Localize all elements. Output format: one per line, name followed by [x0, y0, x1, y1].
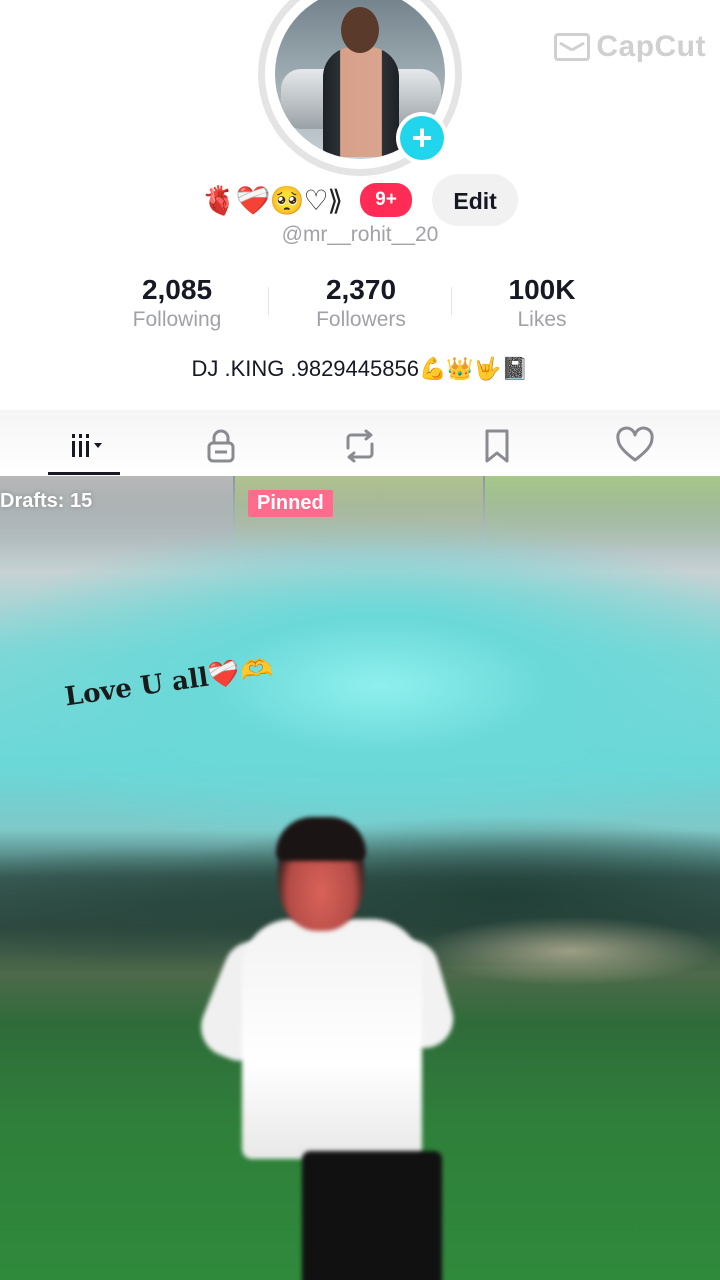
- profile-bio: DJ .KING .9829445856💪👑🤟📓: [191, 356, 529, 381]
- avatar-person-head: [341, 7, 379, 53]
- tab-private[interactable]: [186, 418, 256, 474]
- capcut-logo-icon: [554, 33, 591, 61]
- plus-icon: +: [400, 116, 444, 160]
- following-label: Following: [132, 308, 222, 331]
- drafts-label: Drafts: 15: [0, 490, 93, 512]
- followers-label: Followers: [316, 308, 406, 331]
- profile-stats: 2,085 Following 2,370 Followers 100K Lik…: [0, 273, 720, 337]
- stat-following[interactable]: 2,085 Following: [77, 273, 277, 333]
- stat-likes[interactable]: 100K Likes: [442, 273, 642, 333]
- video-feed[interactable]: Drafts: 15 Pinned Love U all❤️‍🩹🫶: [0, 476, 720, 1280]
- tab-reposts[interactable]: [325, 418, 395, 474]
- person-shirt: [242, 919, 422, 1159]
- video-grid-row: Drafts: 15 Pinned: [0, 476, 720, 554]
- capcut-watermark: CapCut: [554, 30, 706, 64]
- background-field: [420, 916, 720, 986]
- notification-badge[interactable]: 9+: [360, 183, 413, 217]
- display-name: 🫀❤️‍🩹🥺♡⟫: [201, 183, 343, 217]
- name-row: 🫀❤️‍🩹🥺♡⟫ 9+ Edit: [0, 172, 720, 228]
- tab-selected-indicator: [48, 472, 120, 475]
- bookmark-icon: [485, 429, 509, 463]
- username-handle: @mr__rohit__20: [281, 223, 439, 246]
- pinned-badge: Pinned: [248, 490, 333, 517]
- followers-count: 2,370: [325, 274, 397, 305]
- video-caption: Love U all❤️‍🩹🫶: [63, 654, 275, 713]
- avatar-person: [323, 47, 399, 157]
- profile-header: CapCut + 🫀❤️‍🩹🥺♡⟫ 9+ Edit @mr__rohit__20…: [0, 0, 720, 476]
- repost-icon: [346, 429, 374, 463]
- grid-bars-icon: [72, 434, 102, 457]
- tab-liked[interactable]: [600, 418, 670, 474]
- watermark-text: CapCut: [596, 30, 706, 63]
- drafts-thumbnail[interactable]: [0, 476, 233, 554]
- stat-followers[interactable]: 2,370 Followers: [261, 273, 461, 333]
- video-thumbnail[interactable]: [485, 476, 720, 554]
- person-hair: [276, 817, 366, 861]
- person-pants: [302, 1151, 442, 1280]
- tab-videos[interactable]: [52, 418, 122, 474]
- likes-count: 100K: [508, 274, 576, 305]
- likes-label: Likes: [517, 308, 567, 331]
- profile-tabs: [0, 410, 720, 476]
- tab-favorites[interactable]: [462, 418, 532, 474]
- caption-text: Love U all: [62, 662, 211, 713]
- heart-icon: [616, 426, 654, 462]
- following-count: 2,085: [141, 274, 213, 305]
- edit-profile-button[interactable]: Edit: [432, 174, 519, 226]
- video-person: [192, 817, 461, 1280]
- lock-icon: [207, 429, 235, 463]
- add-story-button[interactable]: +: [396, 112, 448, 164]
- caption-emojis: ❤️‍🩹🫶: [206, 653, 275, 693]
